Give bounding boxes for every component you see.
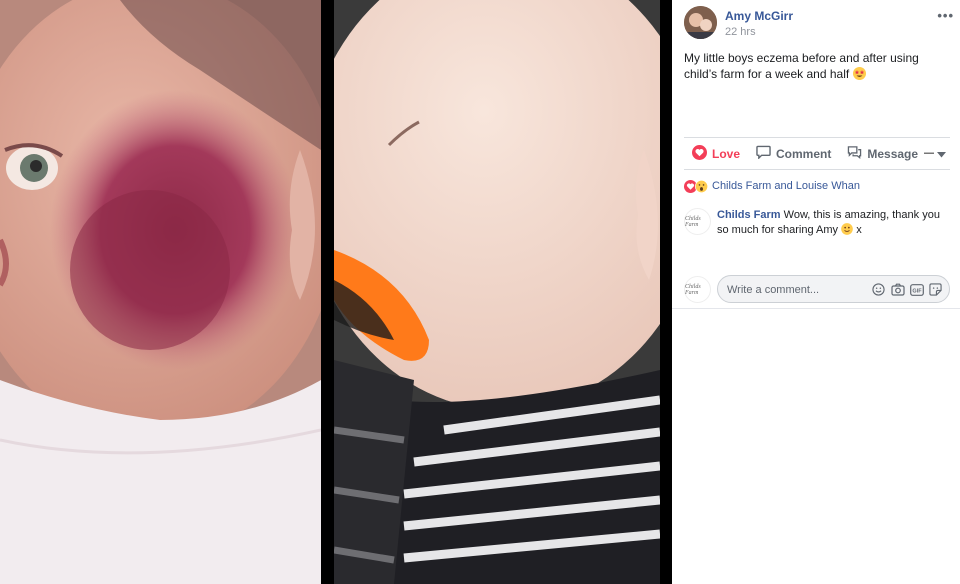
after-photo bbox=[334, 0, 660, 584]
camera-icon[interactable] bbox=[890, 282, 905, 297]
comment-button[interactable]: Comment bbox=[756, 138, 831, 169]
slight-smile-emoji-icon bbox=[841, 223, 856, 236]
comment-composer: Childs Farm GIF bbox=[684, 274, 952, 304]
comment-bubble-icon bbox=[756, 145, 771, 162]
star-eyes-emoji-icon bbox=[852, 67, 866, 80]
facebook-photo-theater: Amy McGirr 22 hrs ••• My little boys ecz… bbox=[0, 0, 960, 584]
reaction-identity-selector[interactable]: ▬▬ bbox=[924, 138, 946, 169]
more-options-button[interactable]: ••• bbox=[937, 8, 954, 23]
emoji-picker-icon[interactable] bbox=[871, 282, 886, 297]
panel-empty-area bbox=[672, 308, 960, 584]
svg-text:GIF: GIF bbox=[912, 288, 922, 294]
comment-author[interactable]: Childs Farm bbox=[717, 209, 781, 221]
comment-label: Comment bbox=[776, 146, 832, 161]
post-header: Amy McGirr 22 hrs ••• bbox=[684, 6, 954, 42]
post-action-bar: Love Comment Message ▬▬ bbox=[684, 137, 950, 170]
reactions-summary[interactable]: Childs Farm and Louise Whan bbox=[684, 178, 860, 194]
post-timestamp[interactable]: 22 hrs bbox=[725, 26, 756, 38]
post-panel: Amy McGirr 22 hrs ••• My little boys ecz… bbox=[672, 0, 960, 308]
love-button[interactable]: Love bbox=[692, 138, 740, 169]
composer-avatar: Childs Farm bbox=[684, 276, 711, 303]
author-name[interactable]: Amy McGirr bbox=[725, 9, 793, 23]
caption-text: My little boys eczema before and after u… bbox=[684, 51, 919, 81]
wow-reaction-icon bbox=[695, 179, 708, 193]
commenter-avatar[interactable]: Childs Farm bbox=[684, 208, 711, 235]
message-label: Message bbox=[867, 146, 919, 161]
love-label: Love bbox=[712, 146, 741, 161]
comment-body: Childs Farm Wow, this is amazing, thank … bbox=[717, 208, 947, 238]
comment-item: Childs Farm Childs Farm Wow, this is ama… bbox=[684, 206, 952, 246]
comment-input[interactable] bbox=[727, 282, 857, 297]
gif-icon[interactable]: GIF bbox=[909, 282, 924, 297]
chevron-down-icon bbox=[937, 147, 946, 161]
comment-suffix: x bbox=[856, 224, 862, 236]
before-photo bbox=[0, 0, 321, 584]
message-icon bbox=[847, 145, 862, 162]
reactions-summary-text: Childs Farm and Louise Whan bbox=[712, 180, 860, 192]
author-avatar[interactable] bbox=[684, 6, 717, 39]
sticker-icon[interactable] bbox=[928, 282, 943, 297]
love-heart-icon bbox=[692, 144, 707, 163]
post-caption: My little boys eczema before and after u… bbox=[684, 50, 946, 82]
composer-icons: GIF bbox=[871, 282, 943, 297]
reaction-icons bbox=[684, 179, 708, 193]
comment-input-box[interactable]: GIF bbox=[717, 275, 950, 303]
page-identity-logo: ▬▬ bbox=[924, 151, 934, 156]
photo-viewer[interactable] bbox=[0, 0, 672, 584]
message-button[interactable]: Message bbox=[847, 138, 918, 169]
